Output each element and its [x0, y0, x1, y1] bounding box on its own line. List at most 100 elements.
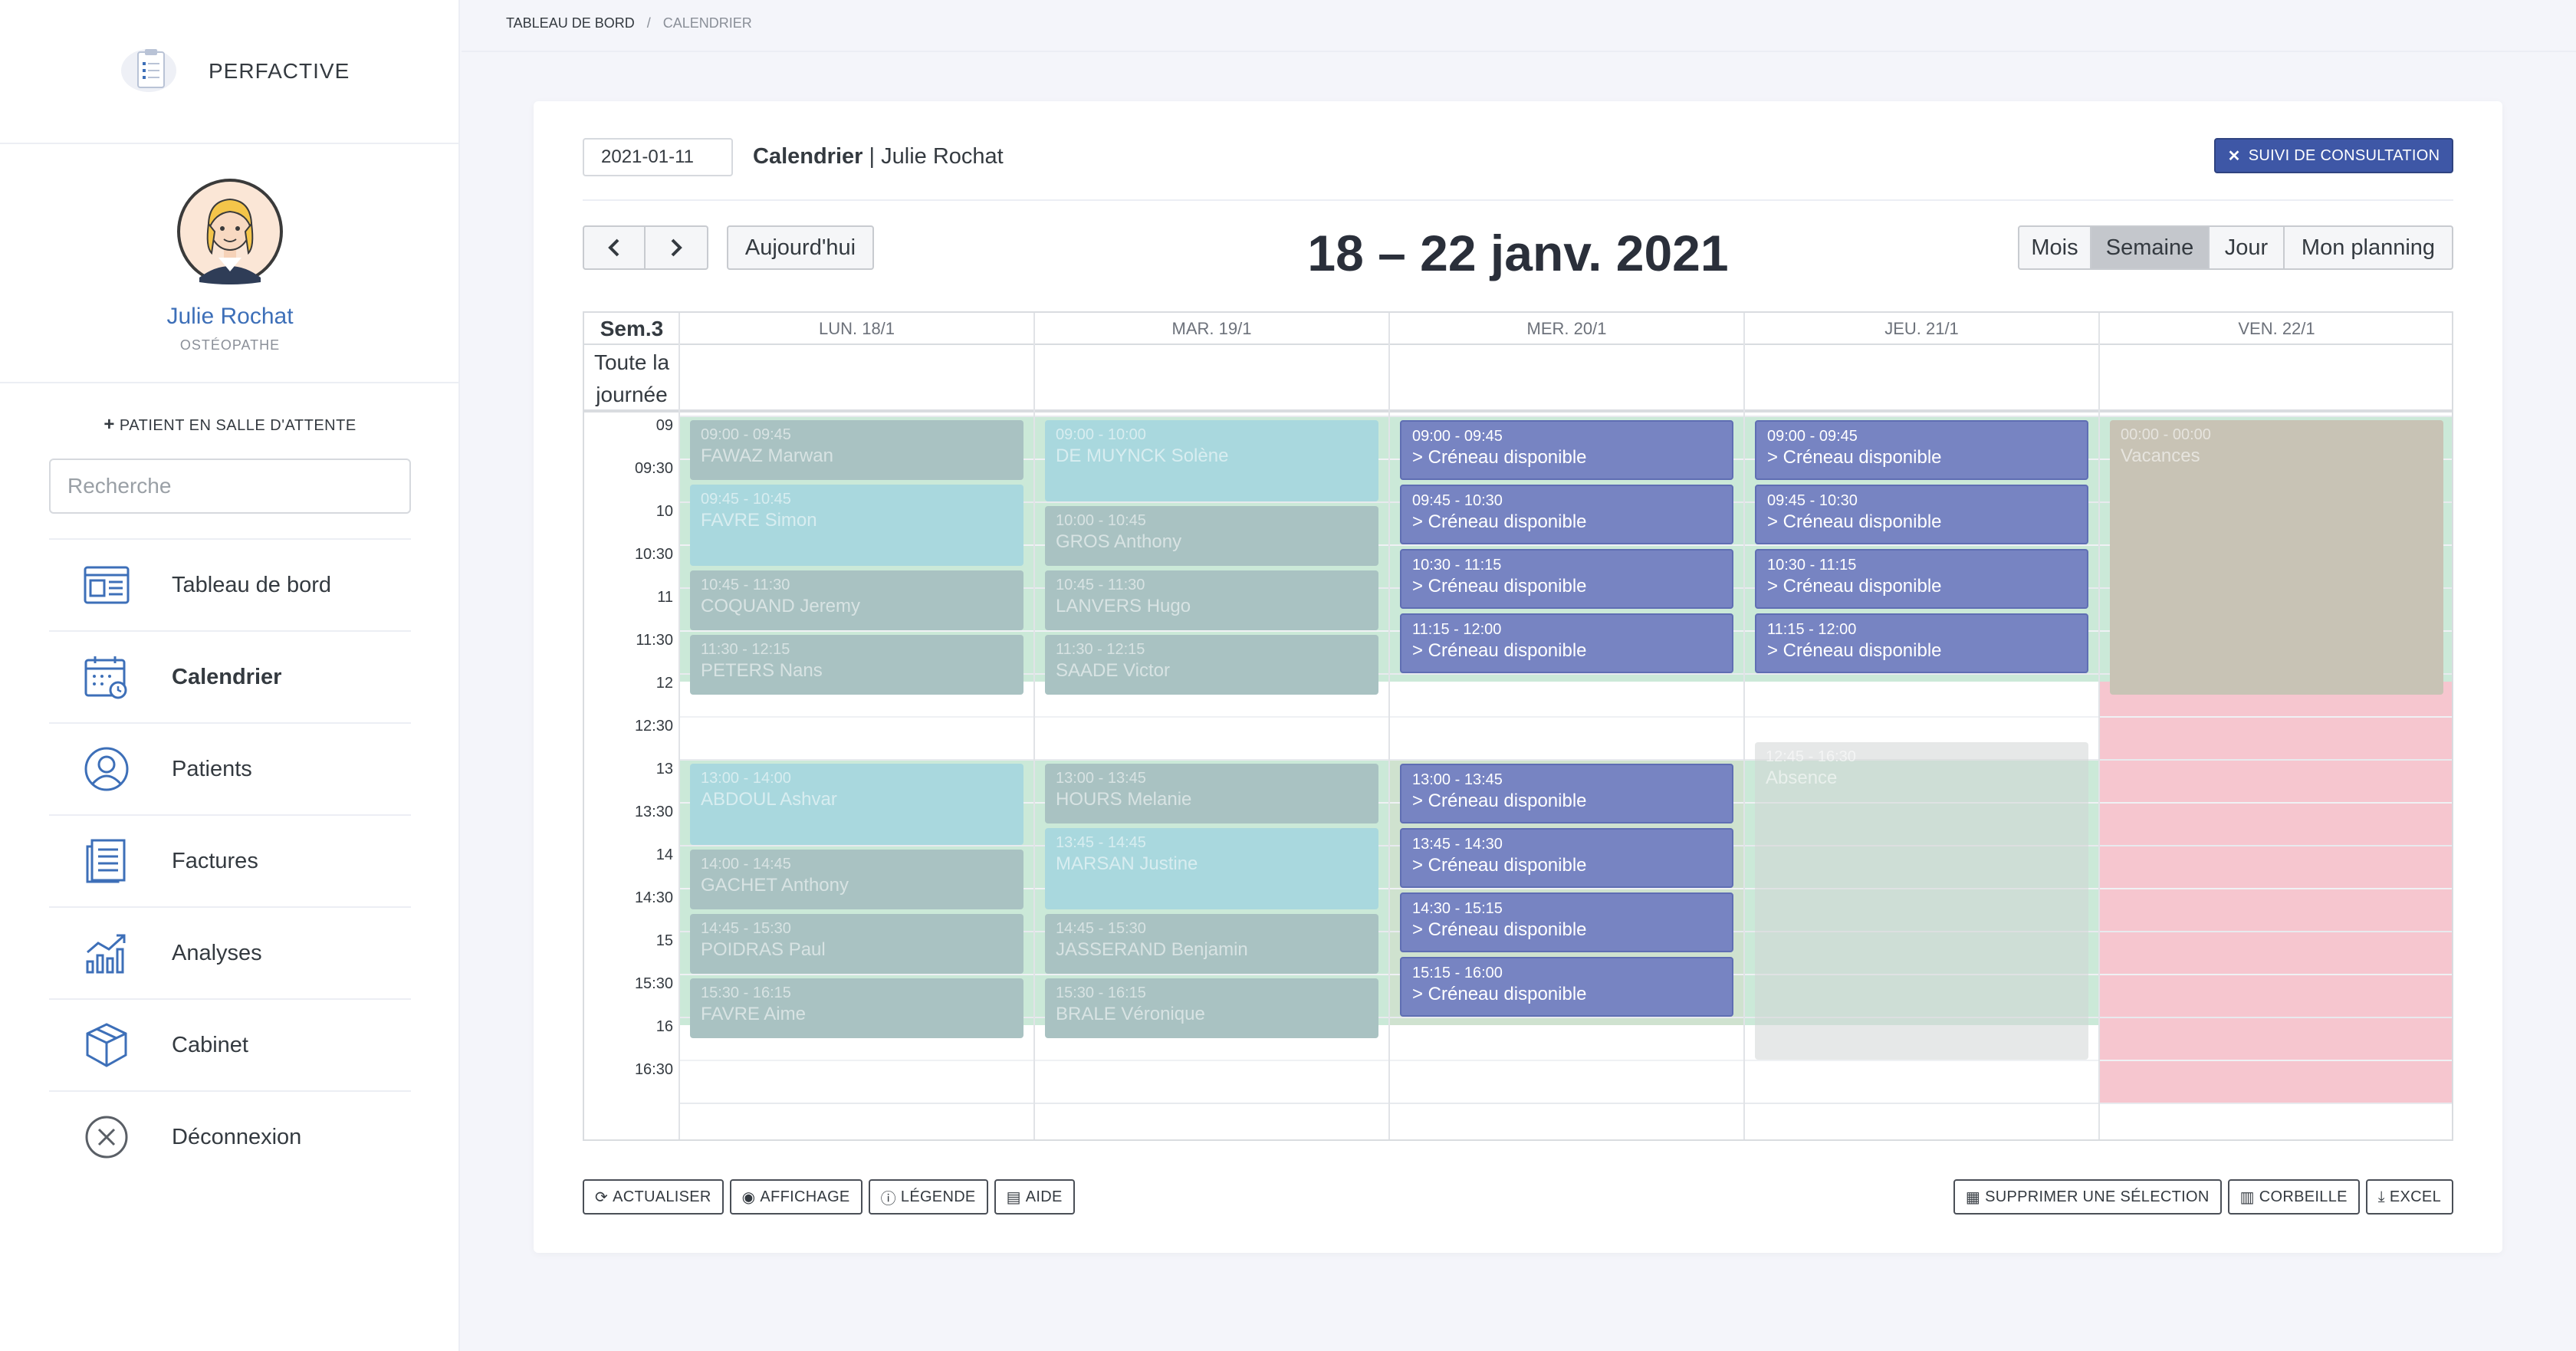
- event-time: 11:30 - 12:15: [1056, 641, 1145, 658]
- time-grid[interactable]: 09 09:30 10 10:30 11 11:30 12 12:30 13 13:30 14 14:…: [584, 416, 2452, 1139]
- breadcrumb: TABLEAU DE BORD / CALENDRIER: [506, 15, 752, 31]
- nav-item-dashboard[interactable]: Tableau de bord: [49, 538, 411, 630]
- available-slot[interactable]: 13:00 - 13:45 > Créneau disponible: [1400, 764, 1733, 823]
- appointment-event[interactable]: 15:30 - 16:15 BRALE Véronique: [1045, 978, 1378, 1038]
- dashboard-icon: [84, 566, 130, 604]
- available-slot[interactable]: 10:30 - 11:15 > Créneau disponible: [1755, 549, 2088, 609]
- waiting-room-label: PATIENT EN SALLE D'ATTENTE: [119, 417, 356, 434]
- calendar-card: 2021-01-11 Calendrier | Julie Rochat ✕ S…: [534, 101, 2502, 1253]
- nav-item-calendar[interactable]: Calendrier: [49, 630, 411, 722]
- availability-background: [2099, 682, 2452, 1103]
- available-slot[interactable]: 11:15 - 12:00 > Créneau disponible: [1400, 613, 1733, 673]
- footer-left-buttons: ⟳ ACTUALISER ◉ AFFICHAGE ⓘ LÉGENDE ▤ AIDE: [583, 1179, 1075, 1215]
- user-name[interactable]: Julie Rochat: [0, 304, 460, 330]
- appointment-event[interactable]: 12:45 - 16:30 Absence: [1755, 742, 2088, 1060]
- all-day-label-line2: journée: [596, 383, 668, 406]
- all-day-row[interactable]: [584, 345, 2452, 413]
- divider: [583, 199, 2453, 201]
- event-time: 09:45 - 10:30: [1412, 492, 1503, 509]
- appointment-event[interactable]: 11:30 - 12:15 SAADE Victor: [1045, 635, 1378, 695]
- nav-item-logout[interactable]: Déconnexion: [49, 1090, 411, 1182]
- appointment-event[interactable]: 15:30 - 16:15 FAVRE Aime: [690, 978, 1024, 1038]
- nav-item-cabinet[interactable]: Cabinet: [49, 998, 411, 1090]
- appointment-event[interactable]: 14:45 - 15:30 POIDRAS Paul: [690, 914, 1024, 974]
- available-slot[interactable]: 09:00 - 09:45 > Créneau disponible: [1400, 420, 1733, 480]
- available-slot[interactable]: 11:15 - 12:00 > Créneau disponible: [1755, 613, 2088, 673]
- view-day-button[interactable]: Jour: [2210, 225, 2285, 270]
- nav-label: Patients: [172, 756, 252, 781]
- brand[interactable]: PERFACTIVE: [0, 0, 458, 144]
- event-time: 14:45 - 15:30: [701, 920, 791, 937]
- time-label: 16:30: [634, 1061, 673, 1078]
- event-title: > Créneau disponible: [1412, 447, 1587, 468]
- view-month-button[interactable]: Mois: [2018, 225, 2091, 270]
- search-input[interactable]: [49, 459, 411, 514]
- available-slot[interactable]: 09:45 - 10:30 > Créneau disponible: [1400, 485, 1733, 544]
- slot-line: [679, 416, 2452, 417]
- avatar[interactable]: [176, 178, 284, 285]
- breadcrumb-root[interactable]: TABLEAU DE BORD: [506, 15, 635, 31]
- box-icon: [86, 1023, 127, 1067]
- date-input[interactable]: 2021-01-11: [583, 138, 733, 176]
- appointment-event[interactable]: 09:00 - 10:00 DE MUYNCK Solène: [1045, 420, 1378, 501]
- event-title: > Créneau disponible: [1767, 640, 1942, 661]
- nav-label: Déconnexion: [172, 1124, 302, 1149]
- appointment-event[interactable]: 11:30 - 12:15 PETERS Nans: [690, 635, 1024, 695]
- available-slot[interactable]: 14:30 - 15:15 > Créneau disponible: [1400, 892, 1733, 952]
- appointment-event[interactable]: 13:45 - 14:45 MARSAN Justine: [1045, 828, 1378, 909]
- excel-button[interactable]: ⤓ EXCEL: [2365, 1179, 2453, 1215]
- eye-icon: ◉: [741, 1188, 756, 1206]
- appointment-event[interactable]: 10:45 - 11:30 COQUAND Jeremy: [690, 570, 1024, 630]
- nav-label: Factures: [172, 848, 258, 873]
- available-slot[interactable]: 09:45 - 10:30 > Créneau disponible: [1755, 485, 2088, 544]
- divider: [0, 382, 460, 383]
- available-slot[interactable]: 13:45 - 14:30 > Créneau disponible: [1400, 828, 1733, 888]
- corbeille-button[interactable]: ▥ CORBEILLE: [2227, 1179, 2360, 1215]
- appointment-event[interactable]: 10:00 - 10:45 GROS Anthony: [1045, 506, 1378, 566]
- close-icon: ✕: [2227, 147, 2241, 165]
- suivi-consultation-button[interactable]: ✕ SUIVI DE CONSULTATION: [2214, 138, 2453, 173]
- nav-item-patients[interactable]: Patients: [49, 722, 411, 814]
- column-divider: [678, 313, 680, 1139]
- event-time: 15:30 - 16:15: [701, 984, 791, 1001]
- event-title: PETERS Nans: [701, 660, 823, 681]
- button-label: LÉGENDE: [900, 1188, 976, 1205]
- event-time: 10:45 - 11:30: [701, 577, 790, 593]
- available-slot[interactable]: 15:15 - 16:00 > Créneau disponible: [1400, 957, 1733, 1017]
- day-header-row: Sem.3 LUN. 18/1 MAR. 19/1 MER. 20/1 JEU. 21…: [584, 313, 2452, 345]
- available-slot[interactable]: 09:00 - 09:45 > Créneau disponible: [1755, 420, 2088, 480]
- appointment-event[interactable]: 00:00 - 00:00 Vacances: [2110, 420, 2443, 695]
- appointment-event[interactable]: 09:45 - 10:45 FAVRE Simon: [690, 485, 1024, 566]
- calendar-title-bold: Calendrier: [753, 144, 863, 169]
- event-title: SAADE Victor: [1056, 660, 1170, 681]
- event-time: 15:30 - 16:15: [1056, 984, 1146, 1001]
- info-icon: ⓘ: [880, 1190, 896, 1208]
- appointment-event[interactable]: 10:45 - 11:30 LANVERS Hugo: [1045, 570, 1378, 630]
- event-time: 00:00 - 00:00: [2121, 426, 2211, 443]
- affichage-button[interactable]: ◉ AFFICHAGE: [729, 1179, 863, 1215]
- supprimer-une-sélection-button[interactable]: ▦ SUPPRIMER UNE SÉLECTION: [1953, 1179, 2222, 1215]
- event-title: FAWAZ Marwan: [701, 445, 833, 466]
- view-week-button[interactable]: Semaine: [2091, 225, 2210, 270]
- nav-item-invoices[interactable]: Factures: [49, 814, 411, 906]
- nav-item-analyses[interactable]: Analyses: [49, 906, 411, 998]
- appointment-event[interactable]: 13:00 - 14:00 ABDOUL Ashvar: [690, 764, 1024, 845]
- appointment-event[interactable]: 14:45 - 15:30 JASSERAND Benjamin: [1045, 914, 1378, 974]
- légende-button[interactable]: ⓘ LÉGENDE: [868, 1179, 988, 1215]
- sidebar: PERFACTIVE Julie Rochat OSTÉOPATHE + PAT…: [0, 0, 460, 1351]
- event-title: > Créneau disponible: [1412, 791, 1587, 811]
- actualiser-button[interactable]: ⟳ ACTUALISER: [583, 1179, 724, 1215]
- aide-button[interactable]: ▤ AIDE: [994, 1179, 1075, 1215]
- waiting-room-button[interactable]: + PATIENT EN SALLE D'ATTENTE: [0, 414, 460, 436]
- appointment-event[interactable]: 14:00 - 14:45 GACHET Anthony: [690, 850, 1024, 909]
- header-divider: [462, 51, 2576, 52]
- event-time: 12:45 - 16:30: [1766, 748, 1856, 765]
- appointment-event[interactable]: 13:00 - 13:45 HOURS Melanie: [1045, 764, 1378, 823]
- available-slot[interactable]: 10:30 - 11:15 > Créneau disponible: [1400, 549, 1733, 609]
- nav-label: Calendrier: [172, 664, 282, 689]
- view-planning-button[interactable]: Mon planning: [2285, 225, 2453, 270]
- breadcrumb-current: CALENDRIER: [662, 15, 752, 31]
- nav-label: Cabinet: [172, 1032, 248, 1057]
- plus-icon: +: [104, 414, 115, 435]
- appointment-event[interactable]: 09:00 - 09:45 FAWAZ Marwan: [690, 420, 1024, 480]
